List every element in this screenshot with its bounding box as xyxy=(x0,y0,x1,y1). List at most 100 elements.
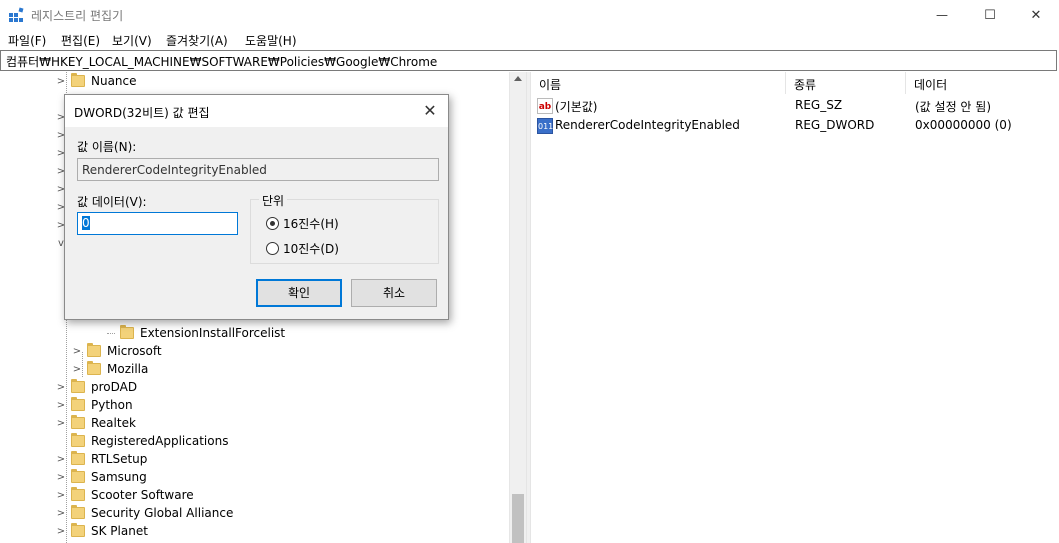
tree-connector xyxy=(107,332,115,334)
hex-radio-option[interactable]: 16진수(H) xyxy=(266,215,339,232)
string-value-icon: ab xyxy=(537,98,553,114)
chevron-right-icon[interactable]: > xyxy=(56,76,66,87)
chevron-right-icon[interactable]: > xyxy=(56,472,66,483)
value-data: 0x00000000 (0) xyxy=(915,118,1012,132)
tree-item[interactable]: > Python xyxy=(56,396,133,414)
dialog-title-bar: DWORD(32비트) 값 편집 ✕ xyxy=(65,95,448,127)
menu-favorites[interactable]: 즐겨찾기(A) xyxy=(166,32,228,49)
tree-item[interactable]: > Nuance xyxy=(56,72,137,90)
tree-scrollbar[interactable] xyxy=(509,72,526,543)
value-data-text: 0 xyxy=(82,216,90,230)
value-name: (기본값) xyxy=(555,100,598,114)
menu-file[interactable]: 파일(F) xyxy=(8,32,46,49)
tree-item-label: Python xyxy=(91,398,133,412)
value-type: REG_DWORD xyxy=(795,118,875,132)
menu-view[interactable]: 보기(V) xyxy=(112,32,152,49)
chevron-right-icon[interactable]: > xyxy=(56,418,66,429)
chevron-right-icon[interactable]: > xyxy=(56,382,66,393)
ok-button[interactable]: 확인 xyxy=(256,279,342,307)
column-header-data[interactable]: 데이터 xyxy=(906,72,1059,94)
scroll-up-arrow-icon[interactable] xyxy=(514,76,522,81)
maximize-icon: ☐ xyxy=(984,7,996,23)
folder-icon xyxy=(120,325,134,339)
tree-item-label: Nuance xyxy=(91,74,137,88)
folder-icon xyxy=(71,523,85,537)
hex-radio-label: 16진수(H) xyxy=(283,217,339,231)
registry-editor-icon xyxy=(9,7,24,22)
tree-item-label: Microsoft xyxy=(107,344,162,358)
window-title: 레지스트리 편집기 xyxy=(31,9,124,23)
chevron-right-icon[interactable]: > xyxy=(56,490,66,501)
folder-icon xyxy=(71,379,85,393)
chevron-right-icon[interactable]: > xyxy=(56,508,66,519)
chevron-right-icon[interactable]: > xyxy=(72,346,82,357)
value-name: RendererCodeIntegrityEnabled xyxy=(555,118,740,132)
value-data: (값 설정 안 됨) xyxy=(915,100,992,114)
chevron-right-icon[interactable]: > xyxy=(56,400,66,411)
binary-value-icon: 011 xyxy=(537,118,553,134)
value-name-field: RendererCodeIntegrityEnabled xyxy=(77,158,439,181)
title-bar: 레지스트리 편집기 — ☐ ✕ xyxy=(0,0,1059,30)
tree-item[interactable]: > Mozilla xyxy=(72,360,148,378)
column-header-name[interactable]: 이름 xyxy=(531,72,786,94)
dword-edit-dialog: DWORD(32비트) 값 편집 ✕ 값 이름(N): RendererCode… xyxy=(64,94,449,320)
tree-item-label: Realtek xyxy=(91,416,136,430)
dialog-close-icon[interactable]: ✕ xyxy=(420,101,440,121)
folder-icon xyxy=(71,415,85,429)
tree-item-label: proDAD xyxy=(91,380,138,394)
tree-item[interactable]: ExtensionInstallForcelist xyxy=(107,324,285,342)
base-group-title: 단위 xyxy=(259,192,288,209)
menu-edit[interactable]: 편집(E) xyxy=(61,32,100,49)
chevron-right-icon[interactable]: > xyxy=(56,526,66,537)
folder-icon xyxy=(71,469,85,483)
radio-unchecked-icon[interactable] xyxy=(266,242,279,255)
minimize-button[interactable]: — xyxy=(919,0,965,30)
tree-item[interactable]: > RTLSetup xyxy=(56,450,147,468)
tree-item-label: RTLSetup xyxy=(91,452,148,466)
maximize-button[interactable]: ☐ xyxy=(967,0,1013,30)
folder-icon xyxy=(87,361,101,375)
close-window-button[interactable]: ✕ xyxy=(1013,0,1059,30)
tree-item-label: Security Global Alliance xyxy=(91,506,234,520)
address-bar[interactable]: 컴퓨터₩HKEY_LOCAL_MACHINE₩SOFTWARE₩Policies… xyxy=(0,50,1057,71)
dec-radio-option[interactable]: 10진수(D) xyxy=(266,240,339,257)
folder-icon xyxy=(71,397,85,411)
tree-item[interactable]: RegisteredApplications xyxy=(56,432,228,450)
folder-icon xyxy=(71,451,85,465)
chevron-right-icon[interactable]: > xyxy=(56,454,66,465)
tree-item-label: SK Planet xyxy=(91,524,148,538)
tree-item-label: Mozilla xyxy=(107,362,149,376)
tree-item-label: ExtensionInstallForcelist xyxy=(140,326,286,340)
address-path: 컴퓨터₩HKEY_LOCAL_MACHINE₩SOFTWARE₩Policies… xyxy=(6,55,438,69)
column-header-type[interactable]: 종류 xyxy=(786,72,906,94)
tree-item[interactable]: > Microsoft xyxy=(72,342,162,360)
tree-item-label: Samsung xyxy=(91,470,147,484)
folder-icon xyxy=(71,73,85,87)
value-row[interactable]: ab (기본값) REG_SZ (값 설정 안 됨) xyxy=(531,96,1059,116)
menu-help[interactable]: 도움말(H) xyxy=(245,32,297,49)
minimize-icon: — xyxy=(936,8,948,22)
value-name-label: 값 이름(N): xyxy=(77,140,137,154)
tree-item-label: RegisteredApplications xyxy=(91,434,229,448)
tree-item[interactable]: > Scooter Software xyxy=(56,486,194,504)
radio-checked-icon[interactable] xyxy=(266,217,279,230)
tree-item[interactable]: > SK Planet xyxy=(56,522,148,540)
tree-item[interactable]: > Realtek xyxy=(56,414,136,432)
dialog-title: DWORD(32비트) 값 편집 xyxy=(74,106,210,120)
dec-radio-label: 10진수(D) xyxy=(283,242,339,256)
cancel-button[interactable]: 취소 xyxy=(351,279,437,307)
value-list: 이름 종류 데이터 ab (기본값) REG_SZ (값 설정 안 됨) 011… xyxy=(531,72,1059,543)
chevron-right-icon[interactable]: > xyxy=(72,364,82,375)
menu-bar: 파일(F) 편집(E) 보기(V) 즐겨찾기(A) 도움말(H) xyxy=(0,30,1059,50)
folder-icon xyxy=(87,343,101,357)
tree-item[interactable]: > proDAD xyxy=(56,378,137,396)
folder-icon xyxy=(71,487,85,501)
tree-item[interactable]: > Samsung xyxy=(56,468,147,486)
tree-item[interactable]: > Security Global Alliance xyxy=(56,504,233,522)
tree-item-label: Scooter Software xyxy=(91,488,194,502)
value-type: REG_SZ xyxy=(795,98,843,112)
folder-icon xyxy=(71,433,85,447)
scroll-thumb[interactable] xyxy=(512,494,524,543)
value-row[interactable]: 011 RendererCodeIntegrityEnabled REG_DWO… xyxy=(531,116,1059,136)
value-data-input[interactable]: 0 xyxy=(77,212,238,235)
